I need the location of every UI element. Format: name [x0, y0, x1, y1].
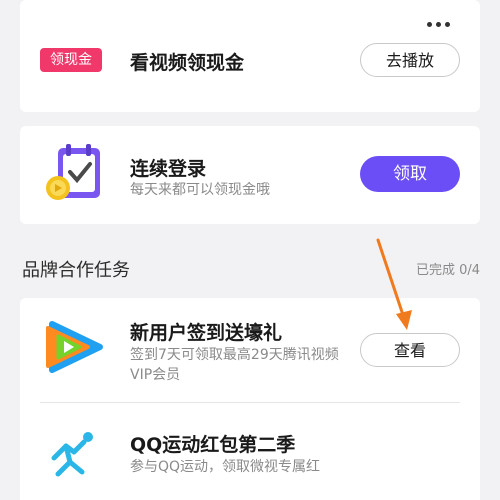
cash-badge: 领现金: [40, 48, 102, 72]
section-progress: 已完成 0/4: [415, 263, 480, 278]
divider: [40, 402, 460, 403]
video-reward-card: 领现金 看视频领现金 去播放: [20, 0, 480, 112]
task-description: 签到7天可领取最高29天腾讯视频: [130, 347, 339, 363]
task-title: 新用户签到送壕礼: [130, 322, 283, 344]
login-card-title: 连续登录: [130, 158, 207, 180]
qq-sport-icon: [51, 432, 93, 477]
claim-button[interactable]: 领取: [360, 156, 460, 192]
tencent-video-icon: [46, 321, 103, 373]
task-description: 参与QQ运动，领取微视专属红: [130, 459, 321, 475]
view-button[interactable]: 查看: [360, 333, 460, 367]
calendar-check-icon: [46, 144, 100, 200]
section-title: 品牌合作任务: [22, 260, 130, 281]
task-description-cont: VIP会员: [130, 367, 181, 383]
login-reward-card: 连续登录 每天来都可以领现金哦 领取: [20, 126, 480, 224]
task-title: QQ运动红包第二季: [130, 434, 296, 456]
more-options-icon[interactable]: [427, 22, 450, 27]
video-card-title: 看视频领现金: [130, 52, 245, 74]
login-card-subtitle: 每天来都可以领现金哦: [130, 182, 270, 198]
play-button[interactable]: 去播放: [360, 43, 460, 77]
